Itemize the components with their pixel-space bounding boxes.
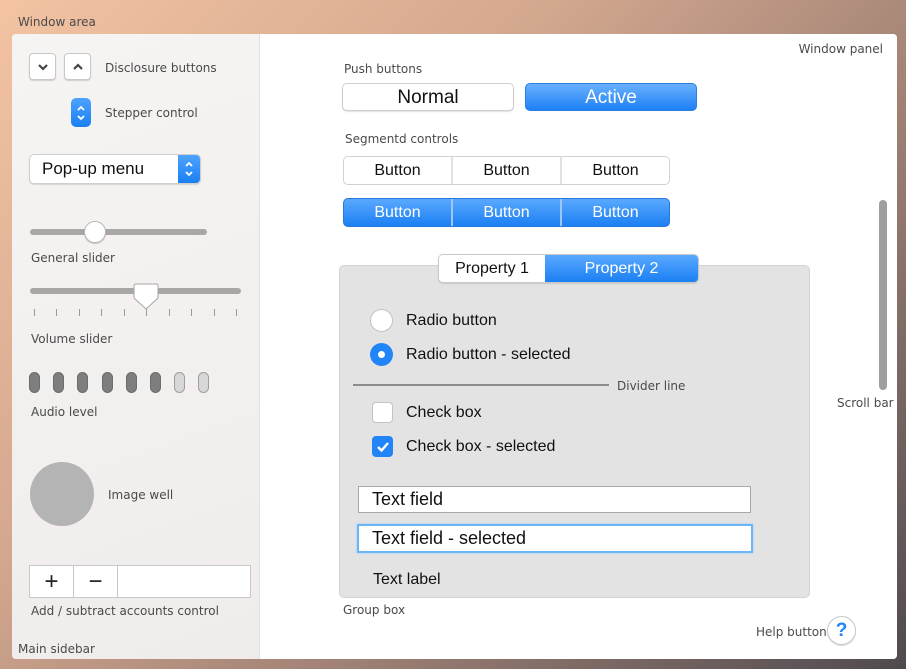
volume-tick [101,309,103,316]
checkmark-icon [376,441,389,452]
segmented-control-blue: Button Button Button [343,198,670,227]
image-well-label: Image well [108,488,174,502]
push-button-active[interactable]: Active [525,83,697,111]
disclosure-up-button[interactable] [64,53,91,80]
volume-tick [191,309,193,316]
radio-button-label: Radio button [406,312,497,329]
radio-button-selected[interactable] [370,343,393,366]
audio-level-bar [150,372,161,393]
add-subtract-spacer [118,566,250,597]
segment-button[interactable]: Button [453,199,562,226]
scroll-bar-label: Scroll bar [837,396,894,410]
segment-button[interactable]: Button [453,157,562,184]
checkbox-label: Check box [406,404,482,421]
stepper-control-label: Stepper control [105,106,198,120]
audio-level-bar [174,372,186,393]
window-panel-label: Window panel [798,42,883,56]
text-field[interactable]: Text field [358,486,751,513]
popup-menu[interactable]: Pop-up menu [29,154,201,184]
audio-level-label: Audio level [31,405,98,419]
popup-arrows-icon [178,155,200,183]
add-subtract-control: + − [29,565,251,598]
help-button[interactable]: ? [827,616,856,645]
text-field-selected[interactable]: Text field - selected [357,524,753,553]
stepper-control[interactable] [71,98,91,127]
volume-tick [34,309,35,316]
group-box-label: Group box [343,603,406,617]
segment-button[interactable]: Button [344,199,453,226]
stepper-arrows-icon [77,105,85,120]
text-label: Text label [373,571,441,588]
radio-button-selected-label: Radio button - selected [406,346,571,363]
volume-slider-label: Volume slider [31,332,113,346]
window-panel: Window panel Push buttons Normal Active … [260,34,897,659]
volume-tick [78,309,80,316]
audio-level-bar [29,372,40,393]
image-well[interactable] [30,462,94,526]
tab-bar: Property 1 Property 2 [438,254,699,283]
volume-tick [236,309,237,316]
general-slider-knob[interactable] [84,221,107,243]
divider-line [353,384,609,386]
window-area-label: Window area [18,15,96,29]
segment-button[interactable]: Button [562,199,669,226]
volume-tick [213,309,215,316]
segmented-control-white: Button Button Button [343,156,670,185]
audio-level-bar [53,372,65,393]
tab-property-2[interactable]: Property 2 [545,255,698,282]
radio-dot-icon [378,351,385,358]
segment-button[interactable]: Button [562,157,669,184]
segment-button[interactable]: Button [344,157,453,184]
help-button-label: Help button [756,625,827,639]
subtract-account-button[interactable]: − [74,566,118,597]
radio-button[interactable] [370,309,393,332]
audio-level-bar [101,372,113,393]
audio-level-bar [125,372,137,393]
checkbox-selected-label: Check box - selected [406,438,556,455]
checkbox[interactable] [372,402,393,423]
popup-menu-value: Pop-up menu [42,159,145,178]
chevron-up-icon [72,62,83,70]
scroll-bar[interactable] [879,200,887,390]
add-account-button[interactable]: + [30,566,74,597]
add-subtract-label: Add / subtract accounts control [31,604,219,618]
volume-tick [168,309,170,316]
disclosure-buttons-label: Disclosure buttons [105,61,217,75]
audio-level-bar [77,372,89,393]
general-slider-track[interactable] [30,229,207,235]
window: Disclosure buttons Stepper control Pop-u… [12,34,897,659]
volume-slider-knob[interactable] [133,283,159,311]
divider-line-label: Divider line [617,379,686,393]
volume-tick [123,309,125,316]
segmented-controls-label: Segmentd controls [345,132,459,146]
disclosure-down-button[interactable] [29,53,56,80]
tab-property-1[interactable]: Property 1 [439,255,545,282]
main-sidebar: Disclosure buttons Stepper control Pop-u… [12,34,260,659]
checkbox-selected[interactable] [372,436,393,457]
main-sidebar-label: Main sidebar [18,642,95,656]
audio-level-bar [198,372,210,393]
push-buttons-label: Push buttons [344,62,423,76]
push-button-normal[interactable]: Normal [342,83,514,111]
general-slider-label: General slider [31,251,115,265]
chevron-down-icon [37,63,48,71]
volume-tick [56,309,58,316]
